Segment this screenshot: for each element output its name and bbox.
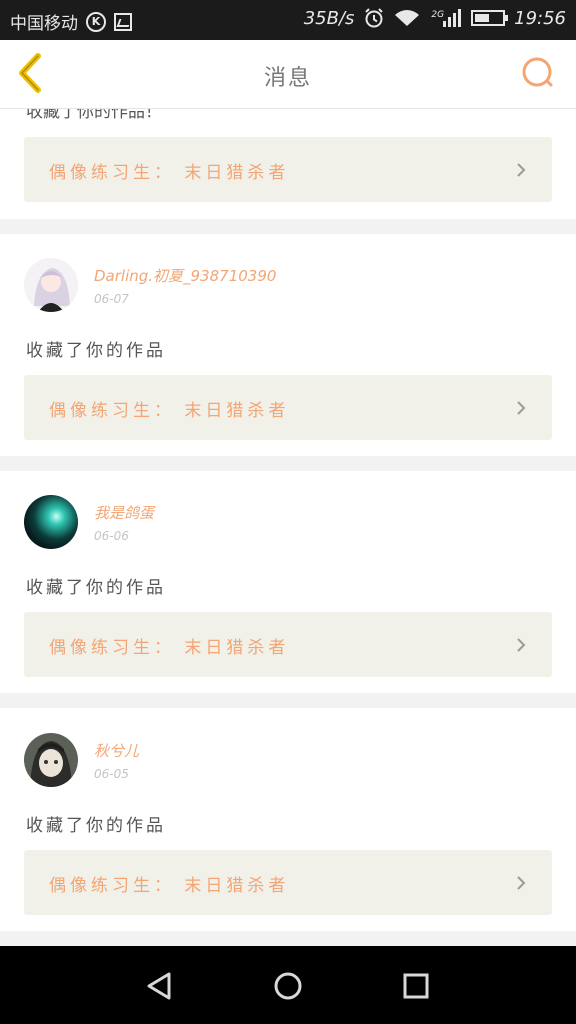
action-text: 收藏了你的作品: [26, 816, 166, 836]
clock: 19:56: [514, 7, 566, 29]
teal-orb-avatar: [24, 495, 78, 549]
alarm-icon: [365, 8, 384, 28]
image-icon: [114, 12, 132, 31]
message-item: Darling.初夏_938710390 06-07 收藏了你的作品 偶像练习生…: [0, 234, 576, 456]
work-title: 偶像练习生： 末日猎杀者: [49, 401, 290, 421]
message-item: 我是鸽蛋 06-06 收藏了你的作品 偶像练习生： 末日猎杀者: [0, 471, 576, 693]
work-link-card[interactable]: 偶像练习生： 末日猎杀者: [24, 612, 552, 677]
circle-home-icon: [274, 972, 302, 1000]
timestamp: 06-07: [94, 292, 129, 306]
work-link-card[interactable]: 偶像练习生： 末日猎杀者: [24, 850, 552, 915]
section-divider: [0, 456, 576, 471]
action-text: 收藏了你的作品: [26, 341, 166, 361]
page-title: 消息: [263, 66, 312, 91]
action-text: 收藏了你的作品！: [26, 109, 162, 122]
work-title: 偶像练习生： 末日猎杀者: [49, 638, 290, 658]
timestamp: 06-06: [94, 529, 129, 543]
section-divider: [0, 219, 576, 234]
status-bar: 中国移动 K 35B/s 2G 19:56: [0, 0, 576, 40]
avatar[interactable]: [24, 258, 78, 312]
status-bar-right: 35B/s 2G 19:56: [304, 7, 566, 29]
message-item: 秋兮儿 06-05 收藏了你的作品 偶像练习生： 末日猎杀者: [0, 709, 576, 931]
square-recents-icon: [403, 973, 429, 999]
status-bar-left: 中国移动 K: [10, 9, 132, 34]
work-link-card[interactable]: 偶像练习生： 末日猎杀者: [24, 137, 552, 202]
chevron-right-icon: [517, 638, 526, 652]
message-feed[interactable]: 收藏了你的作品！ 偶像练习生： 末日猎杀者 Darling.初夏_9387103…: [0, 109, 576, 946]
nav-recents-button[interactable]: [396, 966, 436, 1006]
chevron-right-icon: [517, 876, 526, 890]
signal-icon: [443, 9, 462, 27]
timestamp: 06-05: [94, 767, 129, 781]
section-divider: [0, 693, 576, 708]
nav-back-button[interactable]: [140, 966, 180, 1006]
chevron-right-icon: [517, 401, 526, 415]
system-nav-bar: [0, 946, 576, 1024]
network-speed: 35B/s: [303, 7, 355, 29]
wifi-icon: [395, 10, 420, 26]
username[interactable]: 秋兮儿: [94, 740, 139, 761]
portrait-avatar: [24, 733, 78, 787]
action-text: 收藏了你的作品: [26, 578, 166, 598]
search-icon: [522, 57, 553, 87]
battery-icon: [471, 10, 509, 26]
section-divider: [0, 931, 576, 946]
username[interactable]: Darling.初夏_938710390: [94, 265, 276, 286]
chevron-right-icon: [517, 163, 526, 177]
search-button[interactable]: [518, 54, 558, 94]
avatar[interactable]: [24, 733, 78, 787]
triangle-back-icon: [147, 972, 171, 1000]
username[interactable]: 我是鸽蛋: [94, 502, 154, 523]
app-header: 消息: [0, 40, 576, 109]
carrier-label: 中国移动: [10, 14, 78, 34]
work-link-card[interactable]: 偶像练习生： 末日猎杀者: [24, 375, 552, 440]
work-title: 偶像练习生： 末日猎杀者: [49, 163, 290, 183]
k-badge-icon: K: [86, 11, 106, 32]
network-type: 2G: [431, 10, 445, 20]
anime-girl-avatar: [24, 258, 78, 312]
avatar[interactable]: [24, 495, 78, 549]
work-title: 偶像练习生： 末日猎杀者: [49, 876, 290, 896]
nav-home-button[interactable]: [268, 966, 308, 1006]
